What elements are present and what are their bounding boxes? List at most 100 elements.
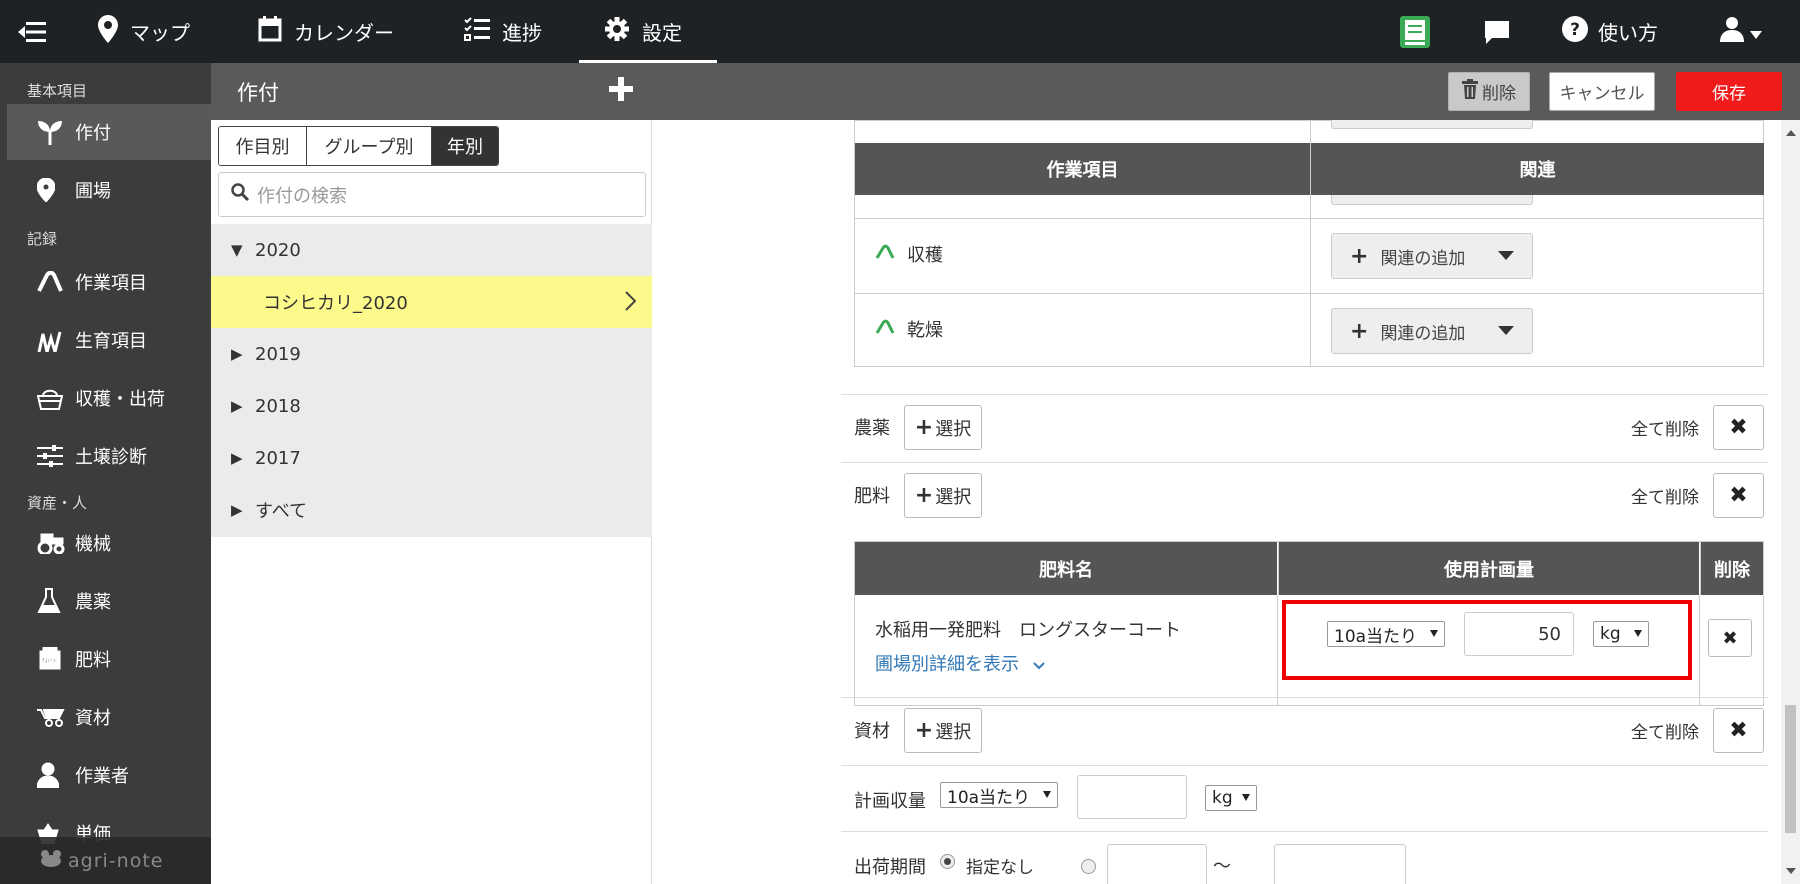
- tree-node-2020[interactable]: ▼ 2020: [211, 224, 652, 276]
- nav-calendar[interactable]: カレンダー: [258, 0, 394, 63]
- caret-down-icon: [1750, 20, 1762, 44]
- tree-node-2017[interactable]: ▶ 2017: [211, 432, 652, 484]
- map-pin-icon: [98, 15, 118, 48]
- field-detail-link[interactable]: 圃場別詳細を表示: [875, 650, 1045, 676]
- sprout-icon: [37, 119, 77, 145]
- select-material-button[interactable]: + 選択: [904, 708, 982, 753]
- tree-node-label: 2018: [255, 395, 301, 417]
- header-fertilizer-name: 肥料名: [855, 542, 1277, 595]
- delete-all-pesticide-button[interactable]: ✖: [1713, 405, 1764, 450]
- tree-node-all[interactable]: ▶ すべて: [211, 484, 652, 536]
- search-input[interactable]: 作付の検索: [218, 172, 646, 217]
- collapsed-triangle-icon: ▶: [231, 397, 243, 415]
- caret-down-icon: [1498, 326, 1514, 335]
- sidebar-item-label: 作業者: [75, 766, 129, 787]
- add-relation-button[interactable]: + 関連の追加: [1331, 308, 1533, 354]
- table-row: 乾燥 + 関連の追加: [855, 293, 1763, 367]
- collapse-menu-icon[interactable]: [18, 0, 48, 63]
- radio-range[interactable]: [1081, 859, 1096, 874]
- sidebar-item-worker[interactable]: 作業者: [7, 747, 211, 803]
- book-icon[interactable]: [1400, 0, 1430, 63]
- delete-fertilizer-row-button[interactable]: ✖: [1708, 619, 1752, 657]
- sidebar-item-machine[interactable]: 機械: [7, 515, 211, 571]
- select-pesticide-button[interactable]: + 選択: [904, 405, 982, 450]
- basket-icon: [37, 386, 77, 410]
- sidebar-item-planting[interactable]: 作付: [7, 104, 211, 160]
- tab-by-group[interactable]: グループ別: [307, 127, 432, 165]
- sidebar-item-material[interactable]: 資材: [7, 689, 211, 745]
- person-icon: [37, 762, 77, 788]
- planned-yield-input[interactable]: [1077, 775, 1187, 819]
- save-button[interactable]: 保存: [1676, 72, 1782, 111]
- divider: [841, 394, 1768, 395]
- header-planned-amount: 使用計画量: [1278, 542, 1699, 595]
- sidebar: 基本項目 作付 圃場 記録 作業項目 生育項目 収穫・出荷 土壌診断 資産・人 …: [0, 63, 211, 884]
- tab-by-crop[interactable]: 作目別: [219, 127, 307, 165]
- shipping-end-input[interactable]: [1274, 844, 1406, 884]
- delete-button[interactable]: 削除: [1448, 72, 1530, 111]
- grouping-tabs: 作目別 グループ別 年別: [218, 126, 499, 166]
- chevron-down-icon: [1033, 654, 1045, 675]
- user-menu[interactable]: [1720, 0, 1762, 63]
- scroll-down-arrow-icon[interactable]: [1786, 868, 1796, 874]
- sidebar-item-growth[interactable]: 生育項目: [7, 312, 211, 368]
- sidebar-section-records: 記録: [27, 230, 58, 248]
- page-header: 作付 削除 キャンセル 保存: [211, 63, 1800, 120]
- cancel-button[interactable]: キャンセル: [1549, 72, 1655, 111]
- radio-none-label: 指定なし: [966, 858, 1034, 878]
- nav-settings[interactable]: 設定: [579, 0, 717, 63]
- tree-node-2018[interactable]: ▶ 2018: [211, 380, 652, 432]
- search-placeholder: 作付の検索: [257, 185, 347, 207]
- brand-name: agri-note: [68, 849, 164, 872]
- scrollbar[interactable]: [1781, 120, 1800, 884]
- pesticide-label: 農薬: [854, 418, 890, 439]
- nav-settings-label: 設定: [642, 21, 682, 45]
- sidebar-item-soil[interactable]: 土壌診断: [7, 428, 211, 484]
- tab-by-year[interactable]: 年別: [432, 127, 498, 165]
- sidebar-item-pesticide[interactable]: 農薬: [7, 573, 211, 629]
- delete-all-material-button[interactable]: ✖: [1713, 708, 1764, 753]
- caret-down-icon: [1634, 630, 1642, 637]
- tree-item-selected[interactable]: コシヒカリ_2020: [211, 276, 652, 328]
- sidebar-item-label: 土壌診断: [75, 447, 147, 468]
- yield-unit-value: kg: [1212, 788, 1233, 808]
- scroll-up-arrow-icon[interactable]: [1786, 130, 1796, 136]
- divider: [841, 831, 1768, 832]
- shipping-start-input[interactable]: [1107, 844, 1207, 884]
- sidebar-item-field[interactable]: 圃場: [7, 162, 211, 218]
- scrollbar-thumb[interactable]: [1785, 705, 1796, 833]
- plus-icon: +: [914, 718, 934, 743]
- tree-node-2019[interactable]: ▶ 2019: [211, 328, 652, 380]
- help-label: 使い方: [1598, 21, 1658, 45]
- nav-map-label: マップ: [130, 21, 190, 45]
- close-icon: ✖: [1729, 415, 1748, 440]
- caret-down-icon: [1498, 251, 1514, 260]
- add-relation-label: 関連の追加: [1380, 323, 1466, 344]
- fertilizer-name: 水稲用一発肥料 ロングスターコート: [875, 620, 1181, 641]
- sidebar-item-fertilizer[interactable]: NPK 肥料: [7, 631, 211, 687]
- select-label: 選択: [935, 418, 972, 440]
- nav-map[interactable]: マップ: [98, 0, 190, 63]
- trash-icon: [1462, 79, 1478, 104]
- radio-none[interactable]: [940, 854, 955, 869]
- close-icon: ✖: [1729, 718, 1748, 743]
- field-detail-link-label: 圃場別詳細を表示: [875, 654, 1019, 675]
- select-fertilizer-button[interactable]: + 選択: [904, 473, 982, 518]
- header-delete: 削除: [1700, 542, 1763, 595]
- sidebar-item-work[interactable]: 作業項目: [7, 254, 211, 310]
- help-link[interactable]: ? 使い方: [1562, 0, 1658, 63]
- basis-select[interactable]: 10a当たり: [1327, 621, 1445, 647]
- sidebar-item-harvest[interactable]: 収穫・出荷: [7, 370, 211, 426]
- nav-progress[interactable]: 進捗: [464, 0, 542, 63]
- delete-all-fertilizer-button[interactable]: ✖: [1713, 473, 1764, 518]
- unit-select[interactable]: kg: [1593, 621, 1649, 647]
- yield-unit-select[interactable]: kg: [1205, 785, 1257, 811]
- add-relation-button[interactable]: + 関連の追加: [1331, 233, 1533, 279]
- yield-basis-select[interactable]: 10a当たり: [940, 782, 1058, 808]
- location-pin-icon: [37, 178, 77, 202]
- nav-progress-label: 進捗: [502, 21, 542, 45]
- chat-icon[interactable]: [1483, 0, 1511, 63]
- add-button[interactable]: [599, 69, 643, 113]
- sidebar-item-label: 機械: [75, 534, 111, 555]
- amount-input[interactable]: 50: [1464, 612, 1574, 656]
